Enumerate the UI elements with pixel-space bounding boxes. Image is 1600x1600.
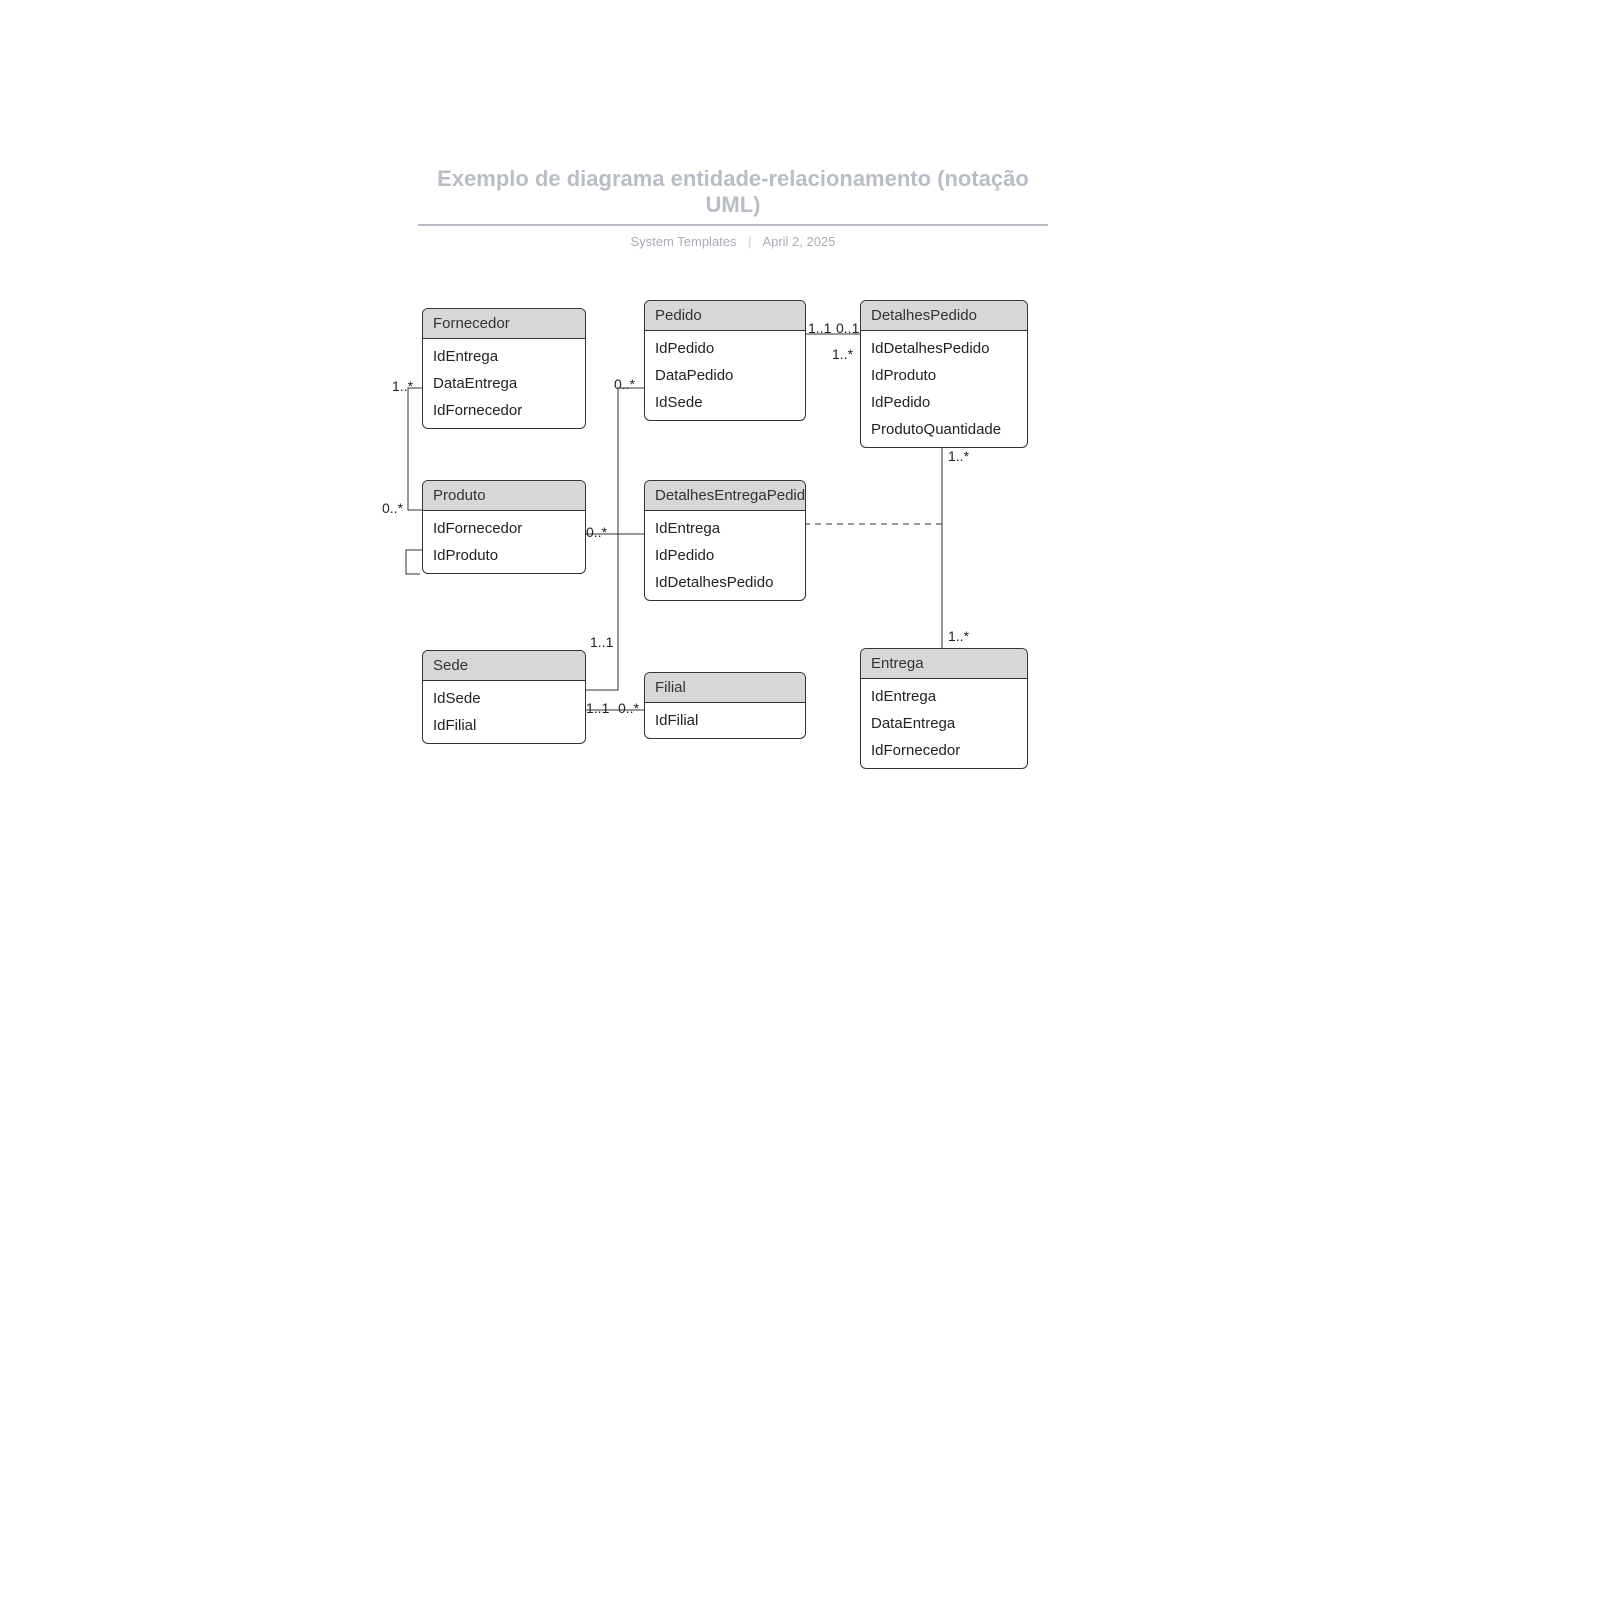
entity-filial[interactable]: Filial IdFilial	[644, 672, 806, 739]
multiplicity-label: 1..1	[808, 320, 831, 336]
entity-attr: DataPedido	[645, 362, 805, 389]
entity-attr: IdEntrega	[861, 683, 1027, 710]
diagram-date: April 2, 2025	[762, 234, 835, 249]
entity-attr: IdFornecedor	[423, 515, 585, 542]
entity-attrs: IdEntrega DataEntrega IdFornecedor	[861, 679, 1027, 768]
entity-attrs: IdEntrega DataEntrega IdFornecedor	[423, 339, 585, 428]
entity-produto[interactable]: Produto IdFornecedor IdProduto	[422, 480, 586, 574]
diagram-title: Exemplo de diagrama entidade-relacioname…	[418, 166, 1048, 226]
entity-header: Entrega	[861, 649, 1027, 679]
multiplicity-label: 0..*	[382, 500, 403, 516]
entity-header: DetalhesPedido	[861, 301, 1027, 331]
title-block: Exemplo de diagrama entidade-relacioname…	[418, 166, 1048, 249]
entity-attr: IdFornecedor	[423, 397, 585, 424]
multiplicity-label: 1..1	[590, 634, 613, 650]
entity-header: Pedido	[645, 301, 805, 331]
multiplicity-label: 0..*	[618, 700, 639, 716]
entity-attr: ProdutoQuantidade	[861, 416, 1027, 443]
multiplicity-label: 1..*	[948, 448, 969, 464]
entity-attr: IdProduto	[861, 362, 1027, 389]
entity-attr: DataEntrega	[861, 710, 1027, 737]
entity-attr: IdPedido	[645, 542, 805, 569]
entity-pedido[interactable]: Pedido IdPedido DataPedido IdSede	[644, 300, 806, 421]
entity-fornecedor[interactable]: Fornecedor IdEntrega DataEntrega IdForne…	[422, 308, 586, 429]
entity-attrs: IdPedido DataPedido IdSede	[645, 331, 805, 420]
entity-attr: IdFornecedor	[861, 737, 1027, 764]
entity-attr: IdPedido	[645, 335, 805, 362]
entity-attr: IdSede	[423, 685, 585, 712]
multiplicity-label: 1..1	[586, 700, 609, 716]
multiplicity-label: 0..*	[614, 376, 635, 392]
entity-attr: IdDetalhesPedido	[861, 335, 1027, 362]
entity-attr: IdEntrega	[645, 515, 805, 542]
entity-attr: IdFilial	[645, 707, 805, 734]
multiplicity-label: 0..1	[836, 320, 859, 336]
entity-detalhes-entrega-pedido[interactable]: DetalhesEntregaPedido IdEntrega IdPedido…	[644, 480, 806, 601]
multiplicity-label: 1..*	[948, 628, 969, 644]
entity-attr: DataEntrega	[423, 370, 585, 397]
entity-header: Fornecedor	[423, 309, 585, 339]
multiplicity-label: 1..*	[832, 346, 853, 362]
entity-header: DetalhesEntregaPedido	[645, 481, 805, 511]
entity-attrs: IdFornecedor IdProduto	[423, 511, 585, 573]
entity-attr: IdEntrega	[423, 343, 585, 370]
entity-detalhes-pedido[interactable]: DetalhesPedido IdDetalhesPedido IdProdut…	[860, 300, 1028, 448]
entity-header: Filial	[645, 673, 805, 703]
templates-label: System Templates	[631, 234, 737, 249]
entity-attr: IdPedido	[861, 389, 1027, 416]
diagram-subtitle: System Templates | April 2, 2025	[418, 234, 1048, 249]
separator: |	[748, 234, 751, 249]
entity-header: Produto	[423, 481, 585, 511]
multiplicity-label: 1..*	[392, 378, 413, 394]
entity-attr: IdSede	[645, 389, 805, 416]
entity-entrega[interactable]: Entrega IdEntrega DataEntrega IdForneced…	[860, 648, 1028, 769]
entity-attr: IdDetalhesPedido	[645, 569, 805, 596]
diagram-canvas[interactable]: Exemplo de diagrama entidade-relacioname…	[0, 0, 1600, 1600]
entity-sede[interactable]: Sede IdSede IdFilial	[422, 650, 586, 744]
entity-attrs: IdDetalhesPedido IdProduto IdPedido Prod…	[861, 331, 1027, 447]
entity-attr: IdFilial	[423, 712, 585, 739]
entity-attrs: IdEntrega IdPedido IdDetalhesPedido	[645, 511, 805, 600]
entity-header: Sede	[423, 651, 585, 681]
multiplicity-label: 0..*	[586, 524, 607, 540]
entity-attrs: IdSede IdFilial	[423, 681, 585, 743]
entity-attrs: IdFilial	[645, 703, 805, 738]
entity-attr: IdProduto	[423, 542, 585, 569]
